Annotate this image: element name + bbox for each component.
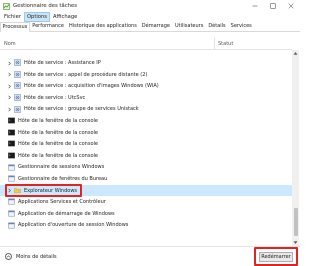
console-icon <box>8 152 15 159</box>
tab-utilisateurs[interactable]: Utilisateurs <box>173 21 206 31</box>
close-icon <box>288 3 294 9</box>
process-row[interactable]: Hôte de service : Assistance IP <box>0 57 292 69</box>
process-name: Gestionnaire de sessions Windows <box>18 164 105 171</box>
chevron-right-icon[interactable] <box>6 83 12 89</box>
restart-highlight: Redémarrer <box>254 247 298 266</box>
process-name: Application de démarrage de Windows <box>18 210 115 217</box>
close-button[interactable] <box>282 0 300 12</box>
process-row[interactable]: Hôte de service : groupe de services Uni… <box>0 103 292 115</box>
column-headers: Nom Statut <box>0 38 292 50</box>
process-name: Hôte de service : Assistance IP <box>24 60 101 66</box>
gear-icon <box>14 71 21 78</box>
maximize-icon <box>270 3 276 9</box>
maximize-button[interactable] <box>264 0 282 12</box>
process-row[interactable]: Gestionnaire de fenêtres du Bureau <box>0 173 292 185</box>
column-header-name[interactable]: Nom <box>4 41 16 47</box>
less-details-label: Moins de détails <box>16 253 57 260</box>
process-name: Hôte de la fenêtre de la console <box>18 152 98 159</box>
gear-icon <box>14 105 21 113</box>
process-row[interactable]: Application d'ouverture de session Windo… <box>0 219 292 231</box>
tab-historique-applications[interactable]: Historique des applications <box>66 21 139 31</box>
console-icon <box>8 117 15 124</box>
column-header-status[interactable]: Statut <box>218 41 233 47</box>
gear-icon <box>14 94 21 101</box>
process-row[interactable]: Hôte de la fenêtre de la console <box>0 150 292 162</box>
process-name: Hôte de service : UtcSvc <box>24 94 86 101</box>
process-name: Application d'ouverture de session Windo… <box>18 222 129 229</box>
tab-demarrage[interactable]: Démarrage <box>139 21 172 31</box>
process-name: Hôte de la fenêtre de la console <box>18 129 98 136</box>
menu-fichier[interactable]: Fichier <box>2 13 23 21</box>
tab-details[interactable]: Détails <box>206 21 228 31</box>
process-row[interactable]: Hôte de la fenêtre de la console <box>0 138 292 150</box>
process-name: Hôte de service : groupe de services Uni… <box>24 106 139 113</box>
restart-button[interactable]: Redémarrer <box>259 252 293 262</box>
gear-icon <box>14 82 21 90</box>
scrollbar-thumb[interactable] <box>293 208 298 236</box>
chevron-up-icon <box>5 253 12 260</box>
process-name: Gestionnaire de fenêtres du Bureau <box>18 175 108 182</box>
process-name: Hôte de la fenêtre de la console <box>18 117 98 124</box>
chevron-right-icon[interactable] <box>6 106 12 112</box>
scroll-up-icon[interactable] <box>292 50 299 57</box>
process-name: Hôte de service : appel de procédure dis… <box>24 71 148 78</box>
console-icon <box>8 140 15 147</box>
chevron-right-icon[interactable] <box>6 60 12 66</box>
process-name: Hôte de la fenêtre de la console <box>18 141 98 148</box>
process-name: Hôte de service : acquisition d'images W… <box>24 83 159 90</box>
process-row[interactable]: Hôte de service : acquisition d'images W… <box>0 80 292 92</box>
process-row[interactable]: Hôte de la fenêtre de la console <box>0 127 292 139</box>
process-row[interactable]: Hôte de la fenêtre de la console <box>0 115 292 127</box>
process-row[interactable]: Gestionnaire de sessions Windows <box>0 161 292 173</box>
task-manager-icon <box>3 2 10 10</box>
column-divider[interactable] <box>214 38 215 50</box>
menu-affichage[interactable]: Affichage <box>51 13 79 21</box>
window-icon <box>8 198 15 205</box>
process-row[interactable]: Application de démarrage de Windows <box>0 208 292 220</box>
console-icon <box>8 129 15 136</box>
process-name: Explorateur Windows <box>24 187 78 194</box>
process-row[interactable]: Hôte de service : appel de procédure dis… <box>0 69 292 81</box>
tab-bar: Processus Performance Historique des app… <box>0 22 300 32</box>
chevron-right-icon[interactable] <box>6 188 12 194</box>
minimize-icon <box>252 5 258 7</box>
scroll-down-icon[interactable] <box>292 239 299 246</box>
tab-performance[interactable]: Performance <box>30 21 67 31</box>
window-controls <box>246 0 300 12</box>
window-icon <box>8 164 15 171</box>
process-list: Nom Statut Hôte de service : Assistance … <box>0 38 292 246</box>
folder-icon <box>14 187 21 194</box>
footer: Moins de détails Redémarrer <box>0 246 300 266</box>
task-manager-window: Gestionnaire des tâches Fichier Options … <box>0 0 300 266</box>
minimize-button[interactable] <box>246 0 264 12</box>
process-name: Applications Services et Contrôleur <box>18 199 106 206</box>
gear-icon <box>14 59 21 67</box>
chevron-right-icon[interactable] <box>6 95 12 101</box>
tab-processus[interactable]: Processus <box>0 22 30 32</box>
vertical-scrollbar[interactable] <box>292 50 299 246</box>
window-title: Gestionnaire des tâches <box>13 3 78 9</box>
process-rows: Hôte de service : Assistance IP Hôte de s… <box>0 57 292 231</box>
window-icon <box>8 222 15 229</box>
chevron-right-icon[interactable] <box>6 72 12 78</box>
less-details-link[interactable]: Moins de détails <box>5 253 57 260</box>
process-row[interactable]: Explorateur Windows <box>0 183 292 197</box>
process-row[interactable]: Hôte de service : UtcSvc <box>0 92 292 104</box>
tab-services[interactable]: Services <box>228 21 254 31</box>
title-bar: Gestionnaire des tâches <box>0 0 300 12</box>
process-row[interactable]: Applications Services et Contrôleur <box>0 196 292 208</box>
window-icon <box>8 210 15 217</box>
window-icon <box>8 175 15 182</box>
